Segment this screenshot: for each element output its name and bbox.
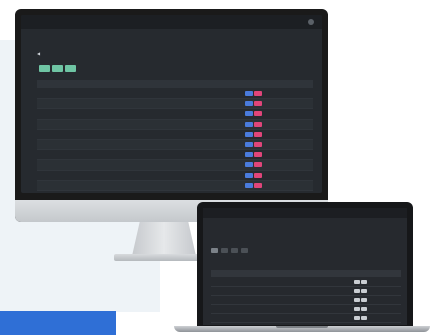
table-row[interactable]	[211, 278, 401, 287]
row-actions	[234, 91, 273, 97]
row-actions	[234, 162, 273, 168]
delete-button[interactable]	[254, 142, 263, 148]
accent-bar	[0, 311, 116, 335]
edit-button[interactable]	[245, 142, 254, 148]
table-row[interactable]	[211, 314, 401, 323]
row-actions	[234, 182, 273, 188]
edit-button[interactable]	[245, 182, 254, 188]
top-navigation	[31, 15, 121, 29]
page-title: ◀	[37, 51, 42, 56]
delete-button[interactable]	[254, 111, 263, 117]
row-actions	[347, 280, 374, 284]
back-arrow-icon[interactable]: ◀	[37, 51, 40, 56]
data-table	[37, 89, 313, 191]
delete-button[interactable]	[254, 172, 263, 178]
action-button[interactable]	[360, 280, 367, 284]
action-button[interactable]	[353, 280, 360, 284]
nav-item[interactable]	[55, 21, 61, 23]
table-row[interactable]	[211, 296, 401, 305]
toolbar-button[interactable]	[52, 65, 63, 72]
table-header	[211, 270, 401, 277]
tab-button[interactable]	[241, 248, 248, 253]
row-actions	[347, 316, 374, 320]
monitor-stand	[132, 222, 196, 256]
table-row[interactable]	[37, 150, 313, 161]
row-actions	[234, 142, 273, 148]
nav-item[interactable]	[91, 21, 97, 23]
edit-button[interactable]	[245, 172, 254, 178]
table-row[interactable]	[37, 160, 313, 171]
nav-item[interactable]	[115, 21, 121, 23]
delete-button[interactable]	[254, 91, 263, 97]
table-row[interactable]	[37, 171, 313, 181]
row-actions	[234, 121, 273, 127]
delete-button[interactable]	[254, 152, 263, 158]
row-actions	[234, 172, 273, 178]
monitor-screen: ◀	[21, 15, 322, 193]
laptop-notch	[276, 326, 328, 328]
table-header	[37, 80, 313, 88]
row-actions	[347, 307, 374, 311]
table-row[interactable]	[37, 130, 313, 140]
desktop-monitor: ◀	[15, 9, 328, 222]
row-actions	[234, 101, 273, 107]
nav-item[interactable]	[67, 21, 73, 23]
action-button[interactable]	[360, 307, 367, 311]
row-actions	[234, 111, 273, 117]
action-button[interactable]	[353, 307, 360, 311]
delete-button[interactable]	[254, 131, 263, 137]
table-row[interactable]	[37, 109, 313, 120]
table-row[interactable]	[37, 180, 313, 191]
row-actions	[234, 131, 273, 137]
row-actions	[347, 298, 374, 302]
action-button[interactable]	[360, 298, 367, 302]
nav-item[interactable]	[43, 21, 49, 23]
nav-item[interactable]	[103, 21, 109, 23]
tab-button[interactable]	[211, 248, 218, 253]
table-row[interactable]	[37, 139, 313, 151]
avatar[interactable]	[308, 19, 314, 25]
nav-item[interactable]	[31, 21, 37, 23]
marketing-scene: ◀	[0, 0, 446, 335]
toolbar-button[interactable]	[39, 65, 50, 72]
delete-button[interactable]	[254, 182, 263, 188]
nav-item[interactable]	[79, 21, 85, 23]
table-row[interactable]	[211, 287, 401, 296]
delete-button[interactable]	[254, 121, 263, 127]
edit-button[interactable]	[245, 91, 254, 97]
app-topbar	[21, 15, 322, 29]
edit-button[interactable]	[245, 111, 254, 117]
edit-button[interactable]	[245, 152, 254, 158]
table-row[interactable]	[37, 89, 313, 100]
table-row[interactable]	[37, 119, 313, 130]
edit-button[interactable]	[245, 121, 254, 127]
row-actions	[234, 152, 273, 158]
laptop	[197, 202, 413, 327]
data-table	[211, 278, 401, 323]
action-button[interactable]	[353, 289, 360, 293]
table-row[interactable]	[211, 305, 401, 314]
row-actions	[347, 289, 374, 293]
edit-button[interactable]	[245, 162, 254, 168]
delete-button[interactable]	[254, 162, 263, 168]
edit-button[interactable]	[245, 101, 254, 107]
edit-button[interactable]	[245, 131, 254, 137]
action-button[interactable]	[353, 316, 360, 320]
tab-button[interactable]	[221, 248, 228, 253]
action-button[interactable]	[353, 298, 360, 302]
delete-button[interactable]	[254, 101, 263, 107]
table-row[interactable]	[37, 99, 313, 110]
toolbar-button[interactable]	[65, 65, 76, 72]
toolbar-buttons	[39, 65, 76, 72]
laptop-screen	[203, 208, 407, 325]
tab-button[interactable]	[231, 248, 238, 253]
app-topbar	[203, 208, 407, 218]
action-button[interactable]	[360, 289, 367, 293]
tab-row	[211, 248, 248, 253]
action-button[interactable]	[360, 316, 367, 320]
